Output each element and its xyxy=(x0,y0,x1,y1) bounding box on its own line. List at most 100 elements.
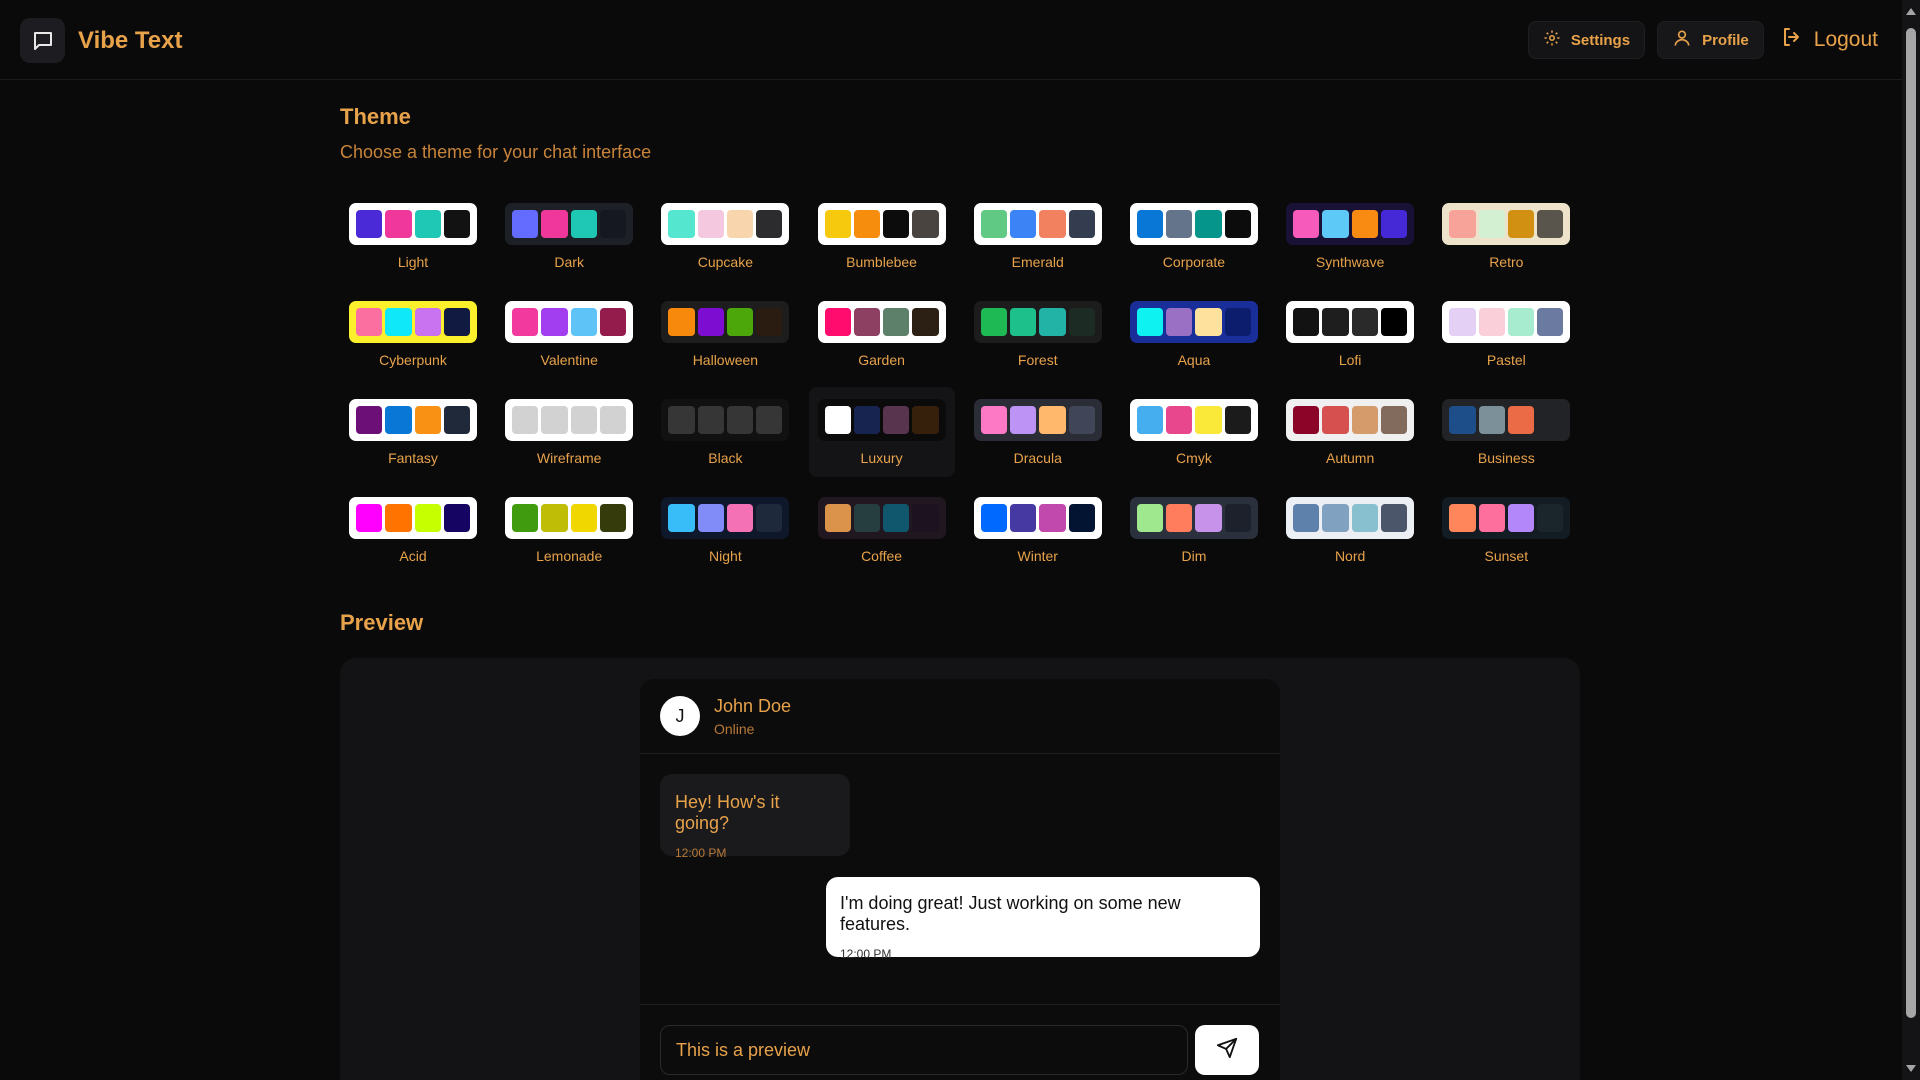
color-swatch xyxy=(668,504,695,532)
theme-swatch-preview xyxy=(505,203,634,245)
color-swatch xyxy=(1449,406,1476,434)
scroll-thumb[interactable] xyxy=(1906,28,1916,1018)
color-swatch xyxy=(541,210,568,238)
color-swatch xyxy=(912,406,939,434)
theme-option-lemonade[interactable]: Lemonade xyxy=(496,485,642,575)
settings-button[interactable]: Settings xyxy=(1527,21,1646,59)
color-swatch xyxy=(1322,308,1349,336)
theme-option-bumblebee[interactable]: Bumblebee xyxy=(809,191,955,281)
color-swatch xyxy=(1068,504,1095,532)
theme-option-dim[interactable]: Dim xyxy=(1121,485,1267,575)
color-swatch xyxy=(1224,504,1251,532)
theme-option-luxury[interactable]: Luxury xyxy=(808,387,955,477)
theme-option-autumn[interactable]: Autumn xyxy=(1277,387,1423,477)
theme-option-winter[interactable]: Winter xyxy=(965,485,1111,575)
theme-option-cupcake[interactable]: Cupcake xyxy=(652,191,798,281)
theme-option-retro[interactable]: Retro xyxy=(1433,191,1579,281)
theme-label: Coffee xyxy=(861,548,903,564)
theme-option-wireframe[interactable]: Wireframe xyxy=(496,387,642,477)
color-swatch xyxy=(1039,504,1066,532)
color-swatch xyxy=(570,406,597,434)
avatar: J xyxy=(660,696,700,736)
color-swatch xyxy=(1322,406,1349,434)
theme-option-halloween[interactable]: Halloween xyxy=(652,289,798,379)
theme-option-light[interactable]: Light xyxy=(340,191,486,281)
theme-option-business[interactable]: Business xyxy=(1433,387,1579,477)
brand[interactable]: Vibe Text xyxy=(20,18,182,63)
contact-name: John Doe xyxy=(714,695,792,716)
theme-swatch-preview xyxy=(973,203,1102,245)
theme-option-fantasy[interactable]: Fantasy xyxy=(340,387,486,477)
theme-label: Business xyxy=(1477,450,1535,466)
color-swatch xyxy=(356,308,383,336)
theme-option-corporate[interactable]: Corporate xyxy=(1121,191,1267,281)
color-swatch xyxy=(980,504,1007,532)
color-swatch xyxy=(1478,210,1505,238)
profile-button[interactable]: Profile xyxy=(1657,21,1764,59)
theme-option-pastel[interactable]: Pastel xyxy=(1433,289,1579,379)
color-swatch xyxy=(1293,210,1320,238)
scroll-up-arrow-icon[interactable] xyxy=(1906,8,1916,15)
theme-label: Cyberpunk xyxy=(379,352,447,368)
scroll-down-arrow-icon[interactable] xyxy=(1906,1065,1916,1072)
color-swatch xyxy=(980,406,1007,434)
theme-label: Nord xyxy=(1334,548,1366,564)
contact-info: John Doe Online xyxy=(714,696,791,737)
theme-option-garden[interactable]: Garden xyxy=(809,289,955,379)
color-swatch xyxy=(756,406,783,434)
theme-option-sunset[interactable]: Sunset xyxy=(1433,485,1579,575)
color-swatch xyxy=(726,210,754,238)
theme-option-forest[interactable]: Forest xyxy=(965,289,1111,379)
color-swatch xyxy=(385,504,412,532)
outgoing-message: I'm doing great! Just working on some ne… xyxy=(826,877,1260,961)
theme-option-cyberpunk[interactable]: Cyberpunk xyxy=(340,289,486,379)
color-swatch xyxy=(668,406,695,434)
color-swatch xyxy=(1449,308,1476,336)
theme-option-emerald[interactable]: Emerald xyxy=(965,191,1111,281)
page-scrollbar[interactable] xyxy=(1902,0,1920,1080)
theme-option-nord[interactable]: Nord xyxy=(1277,485,1423,575)
color-swatch xyxy=(697,210,724,238)
color-swatch xyxy=(697,406,724,434)
color-swatch xyxy=(1224,210,1251,238)
theme-option-black[interactable]: Black xyxy=(652,387,798,477)
logout-button[interactable]: Logout xyxy=(1776,25,1882,55)
theme-option-acid[interactable]: Acid xyxy=(340,485,486,575)
color-swatch xyxy=(1537,308,1564,336)
color-swatch xyxy=(853,406,881,434)
color-swatch xyxy=(853,210,881,238)
color-swatch xyxy=(1195,210,1222,238)
theme-label: Night xyxy=(709,548,742,564)
send-icon xyxy=(1216,1037,1238,1064)
theme-option-aqua[interactable]: Aqua xyxy=(1121,289,1267,379)
theme-option-cmyk[interactable]: Cmyk xyxy=(1121,387,1267,477)
color-swatch xyxy=(599,406,627,434)
theme-section-subtitle: Choose a theme for your chat interface xyxy=(340,142,652,162)
theme-label: Forest xyxy=(1017,352,1058,368)
color-swatch xyxy=(1322,504,1349,532)
theme-option-dark[interactable]: Dark xyxy=(496,191,642,281)
color-swatch xyxy=(385,308,412,336)
color-swatch xyxy=(1195,406,1222,434)
color-swatch xyxy=(1068,210,1095,238)
message-input[interactable]: This is a preview xyxy=(660,1025,1188,1075)
color-swatch xyxy=(980,210,1007,238)
theme-option-valentine[interactable]: Valentine xyxy=(496,289,642,379)
color-swatch xyxy=(443,210,470,238)
color-swatch xyxy=(570,504,597,532)
send-button[interactable] xyxy=(1195,1025,1259,1075)
theme-swatch-preview xyxy=(349,399,477,441)
theme-swatch-preview xyxy=(817,203,946,245)
theme-option-night[interactable]: Night xyxy=(652,485,798,575)
color-swatch xyxy=(443,406,470,434)
theme-option-lofi[interactable]: Lofi xyxy=(1277,289,1423,379)
color-swatch xyxy=(980,308,1007,336)
theme-label: Light xyxy=(397,254,429,270)
color-swatch xyxy=(1507,504,1535,532)
theme-swatch-preview xyxy=(1442,203,1571,245)
theme-option-dracula[interactable]: Dracula xyxy=(965,387,1111,477)
theme-option-coffee[interactable]: Coffee xyxy=(809,485,955,575)
color-swatch xyxy=(883,308,910,336)
color-swatch xyxy=(1507,308,1535,336)
theme-option-synthwave[interactable]: Synthwave xyxy=(1277,191,1423,281)
